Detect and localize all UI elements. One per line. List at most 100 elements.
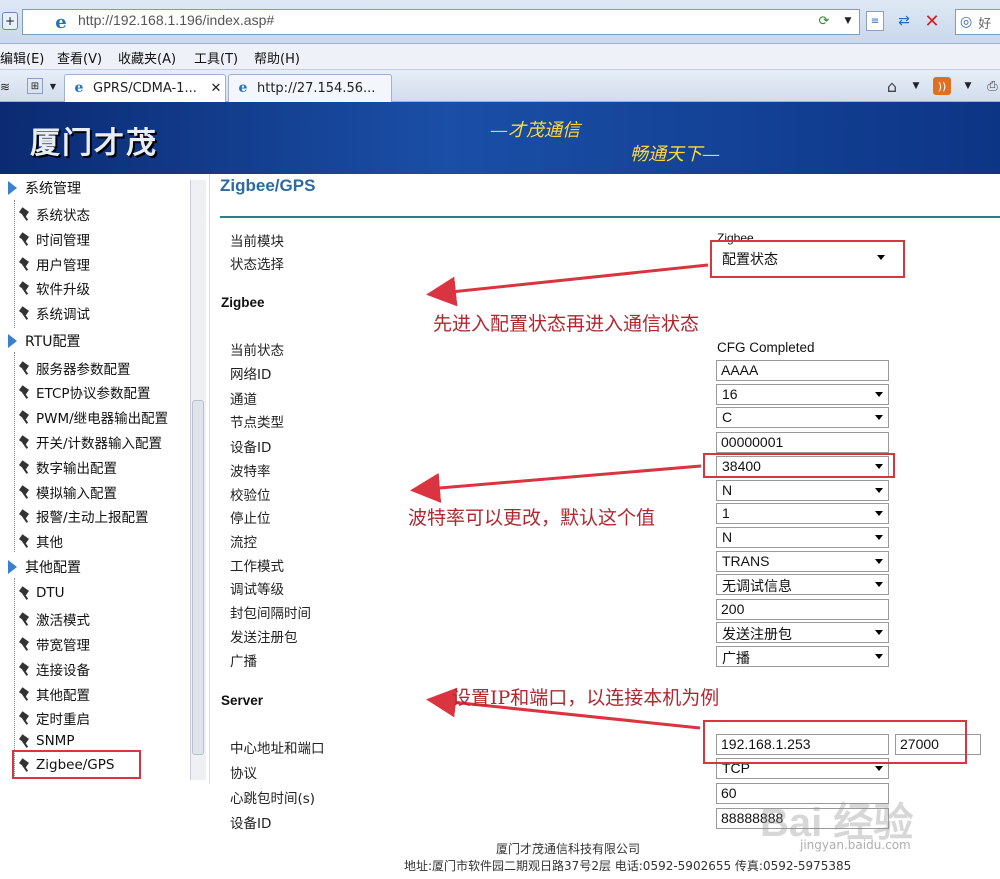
page-icon[interactable]: ≡	[866, 11, 884, 31]
broadcast-value: 广播	[722, 650, 750, 666]
sidebar-item-rtu-other[interactable]: 其他	[14, 531, 63, 551]
debug-level-value: 无调试信息	[722, 578, 792, 594]
send-register-value: 发送注册包	[722, 626, 792, 642]
parity-label: 校验位	[230, 488, 271, 504]
sidebar-item-time[interactable]: 时间管理	[14, 229, 90, 249]
sidebar-item-etcp[interactable]: ETCP协议参数配置	[14, 382, 151, 402]
sidebar-scroll-thumb[interactable]	[192, 400, 204, 755]
menu-edit[interactable]: 编辑(E)	[0, 48, 44, 67]
ie-tab-icon: e	[74, 80, 84, 96]
sidebar-group-rtu[interactable]: RTU配置	[8, 331, 81, 351]
pin-icon	[20, 511, 31, 522]
tab-list-icon[interactable]: ▼	[48, 80, 58, 92]
highlight-state-select	[710, 240, 905, 278]
send-register-select[interactable]: 发送注册包	[716, 622, 889, 643]
rss-dropdown-icon[interactable]: ▼	[962, 79, 974, 93]
dropdown-icon[interactable]: ▼	[842, 13, 854, 29]
compat-view-icon[interactable]: ⟳	[815, 12, 833, 30]
sidebar-item-label: 时间管理	[36, 233, 90, 249]
broadcast-label: 广播	[230, 654, 257, 670]
url-text[interactable]: http://192.168.1.196/index.asp#	[78, 12, 274, 28]
menu-help[interactable]: 帮助(H)	[254, 48, 300, 67]
parity-select[interactable]: N	[716, 480, 889, 501]
sidebar-item-other-config[interactable]: 其他配置	[14, 684, 90, 704]
sidebar-item-system-status[interactable]: 系统状态	[14, 204, 90, 224]
quick-tabs-icon[interactable]: ⊞	[27, 78, 43, 94]
menu-bar: 编辑(E) 查看(V) 收藏夹(A) 工具(T) 帮助(H)	[0, 44, 1000, 70]
print-icon[interactable]: ⎙	[985, 77, 1000, 95]
stop-bit-select[interactable]: 1	[716, 503, 889, 524]
sidebar-group-system[interactable]: 系统管理	[8, 178, 81, 198]
pack-interval-label: 封包间隔时间	[230, 606, 311, 622]
sidebar-item-snmp[interactable]: SNMP	[14, 733, 74, 749]
search-box[interactable]: ◎ 好	[955, 9, 1000, 35]
chevron-down-icon	[875, 488, 883, 493]
device-id-label: 设备ID	[230, 440, 272, 456]
expand-arrow-icon	[8, 181, 17, 195]
sidebar-item-label: SNMP	[36, 733, 75, 749]
stop-icon[interactable]: ✕	[922, 11, 942, 32]
sidebar-item-label: PWM/继电器输出配置	[36, 411, 169, 427]
sidebar-item-server-params[interactable]: 服务器参数配置	[14, 358, 131, 378]
node-type-value: C	[722, 409, 733, 425]
net-id-input[interactable]: AAAA	[716, 360, 889, 381]
sidebar-item-bandwidth[interactable]: 带宽管理	[14, 634, 90, 654]
work-mode-value: TRANS	[722, 553, 770, 569]
sidebar-item-label: 定时重启	[36, 712, 90, 728]
site-logo: 厦门才茂	[30, 126, 158, 161]
sidebar-group-label: 其他配置	[25, 560, 81, 576]
channel-label: 通道	[230, 392, 257, 408]
stop-bit-label: 停止位	[230, 511, 271, 527]
sidebar-item-label: DTU	[36, 585, 65, 601]
sidebar-item-label: ETCP协议参数配置	[36, 386, 151, 402]
page-title: Zigbee/GPS	[220, 176, 316, 195]
menu-favorites[interactable]: 收藏夹(A)	[118, 48, 176, 67]
sidebar-item-alarm[interactable]: 报警/主动上报配置	[14, 506, 149, 526]
sidebar-item-digital-output[interactable]: 数字输出配置	[14, 457, 117, 477]
send-register-label: 发送注册包	[230, 630, 298, 646]
channel-select[interactable]: 16	[716, 384, 889, 405]
favorites-icon[interactable]: ≋	[0, 78, 10, 96]
pin-icon	[20, 664, 31, 675]
tab-close-icon[interactable]: ✕	[209, 80, 223, 96]
sidebar-item-switch-input[interactable]: 开关/计数器输入配置	[14, 432, 162, 452]
debug-level-select[interactable]: 无调试信息	[716, 574, 889, 595]
pack-interval-input[interactable]: 200	[716, 599, 889, 620]
flow-control-label: 流控	[230, 535, 257, 551]
menu-view[interactable]: 查看(V)	[57, 48, 102, 67]
sidebar-item-reboot[interactable]: 定时重启	[14, 708, 90, 728]
sidebar-item-debug[interactable]: 系统调试	[14, 303, 90, 323]
sidebar-item-devices[interactable]: 连接设备	[14, 659, 90, 679]
search-placeholder: 好	[978, 16, 992, 32]
net-id-label: 网络ID	[230, 367, 272, 383]
sidebar-item-label: 报警/主动上报配置	[36, 510, 149, 526]
sidebar-group-other[interactable]: 其他配置	[8, 557, 81, 577]
rss-icon[interactable]: ))	[933, 77, 951, 95]
node-type-select[interactable]: C	[716, 407, 889, 428]
sidebar-item-label: 系统调试	[36, 307, 90, 323]
menu-tools[interactable]: 工具(T)	[194, 48, 238, 67]
sidebar-item-users[interactable]: 用户管理	[14, 254, 90, 274]
work-mode-select[interactable]: TRANS	[716, 551, 889, 572]
annotation-note-baud: 波特率可以更改，默认这个值	[408, 507, 656, 529]
sidebar-item-dtu[interactable]: DTU	[14, 585, 65, 601]
sidebar-item-upgrade[interactable]: 软件升级	[14, 278, 90, 298]
add-tab-icon[interactable]: +	[2, 12, 18, 30]
flow-control-select[interactable]: N	[716, 527, 889, 548]
refresh-icon[interactable]: ⇄	[894, 11, 914, 31]
pin-icon	[20, 283, 31, 294]
channel-value: 16	[722, 386, 738, 402]
sidebar-item-analog-input[interactable]: 模拟输入配置	[14, 482, 117, 502]
device-id-input[interactable]: 00000001	[716, 432, 889, 453]
tab-http[interactable]: e http://27.154.56...	[228, 74, 392, 102]
sidebar-item-label: 系统状态	[36, 208, 90, 224]
baud-rate-label: 波特率	[230, 464, 271, 480]
broadcast-select[interactable]: 广播	[716, 646, 889, 667]
highlight-baud-rate	[703, 453, 895, 478]
home-icon[interactable]: ⌂	[882, 76, 902, 96]
pin-icon	[20, 259, 31, 270]
home-dropdown-icon[interactable]: ▼	[910, 79, 922, 93]
sidebar-item-activation[interactable]: 激活模式	[14, 609, 90, 629]
sidebar-item-pwm[interactable]: PWM/继电器输出配置	[14, 407, 168, 427]
tab-gprs[interactable]: e GPRS/CDMA-1... ✕	[64, 74, 226, 102]
